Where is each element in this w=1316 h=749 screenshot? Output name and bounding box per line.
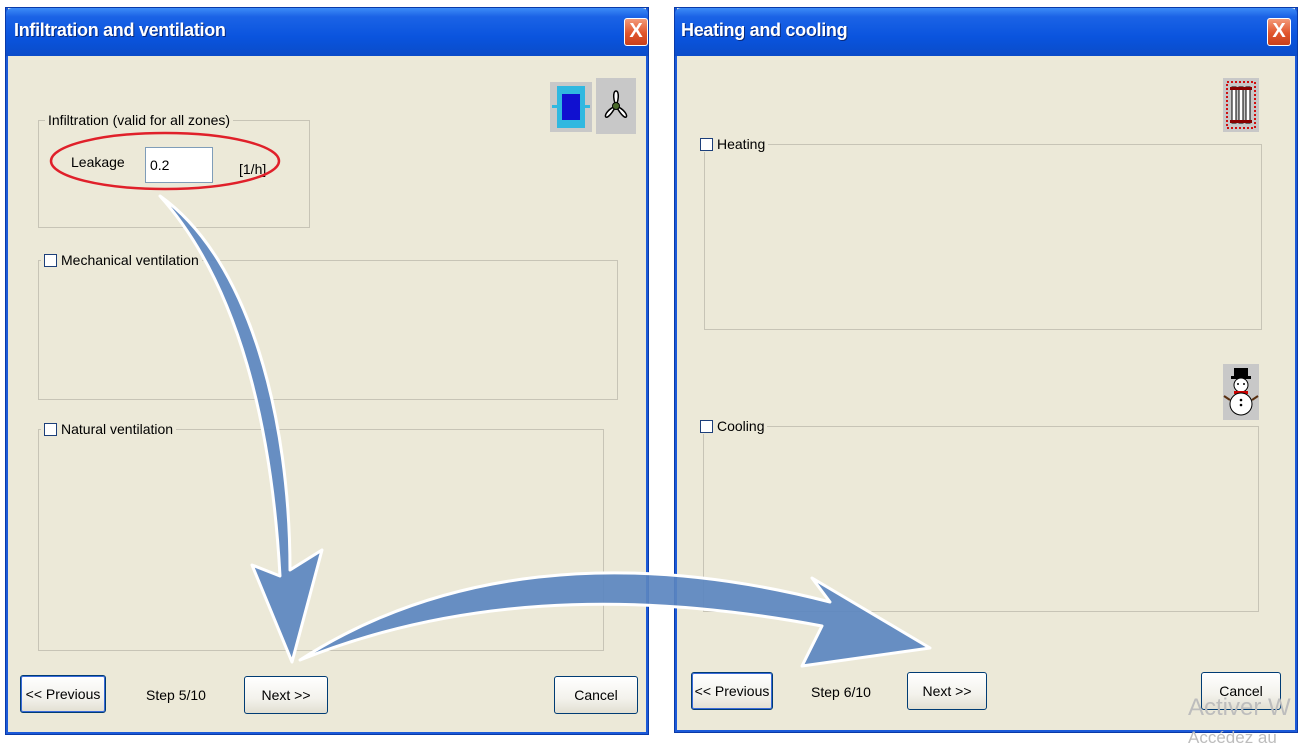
activation-watermark-line1: Activer W [1188, 694, 1291, 721]
annotation-ellipse [49, 131, 281, 191]
annotation-arrow-right [298, 571, 932, 668]
annotation-overlay [49, 131, 932, 668]
activation-watermark-line2: Accédez au [1188, 728, 1277, 747]
annotation-arrow-down [158, 194, 324, 664]
